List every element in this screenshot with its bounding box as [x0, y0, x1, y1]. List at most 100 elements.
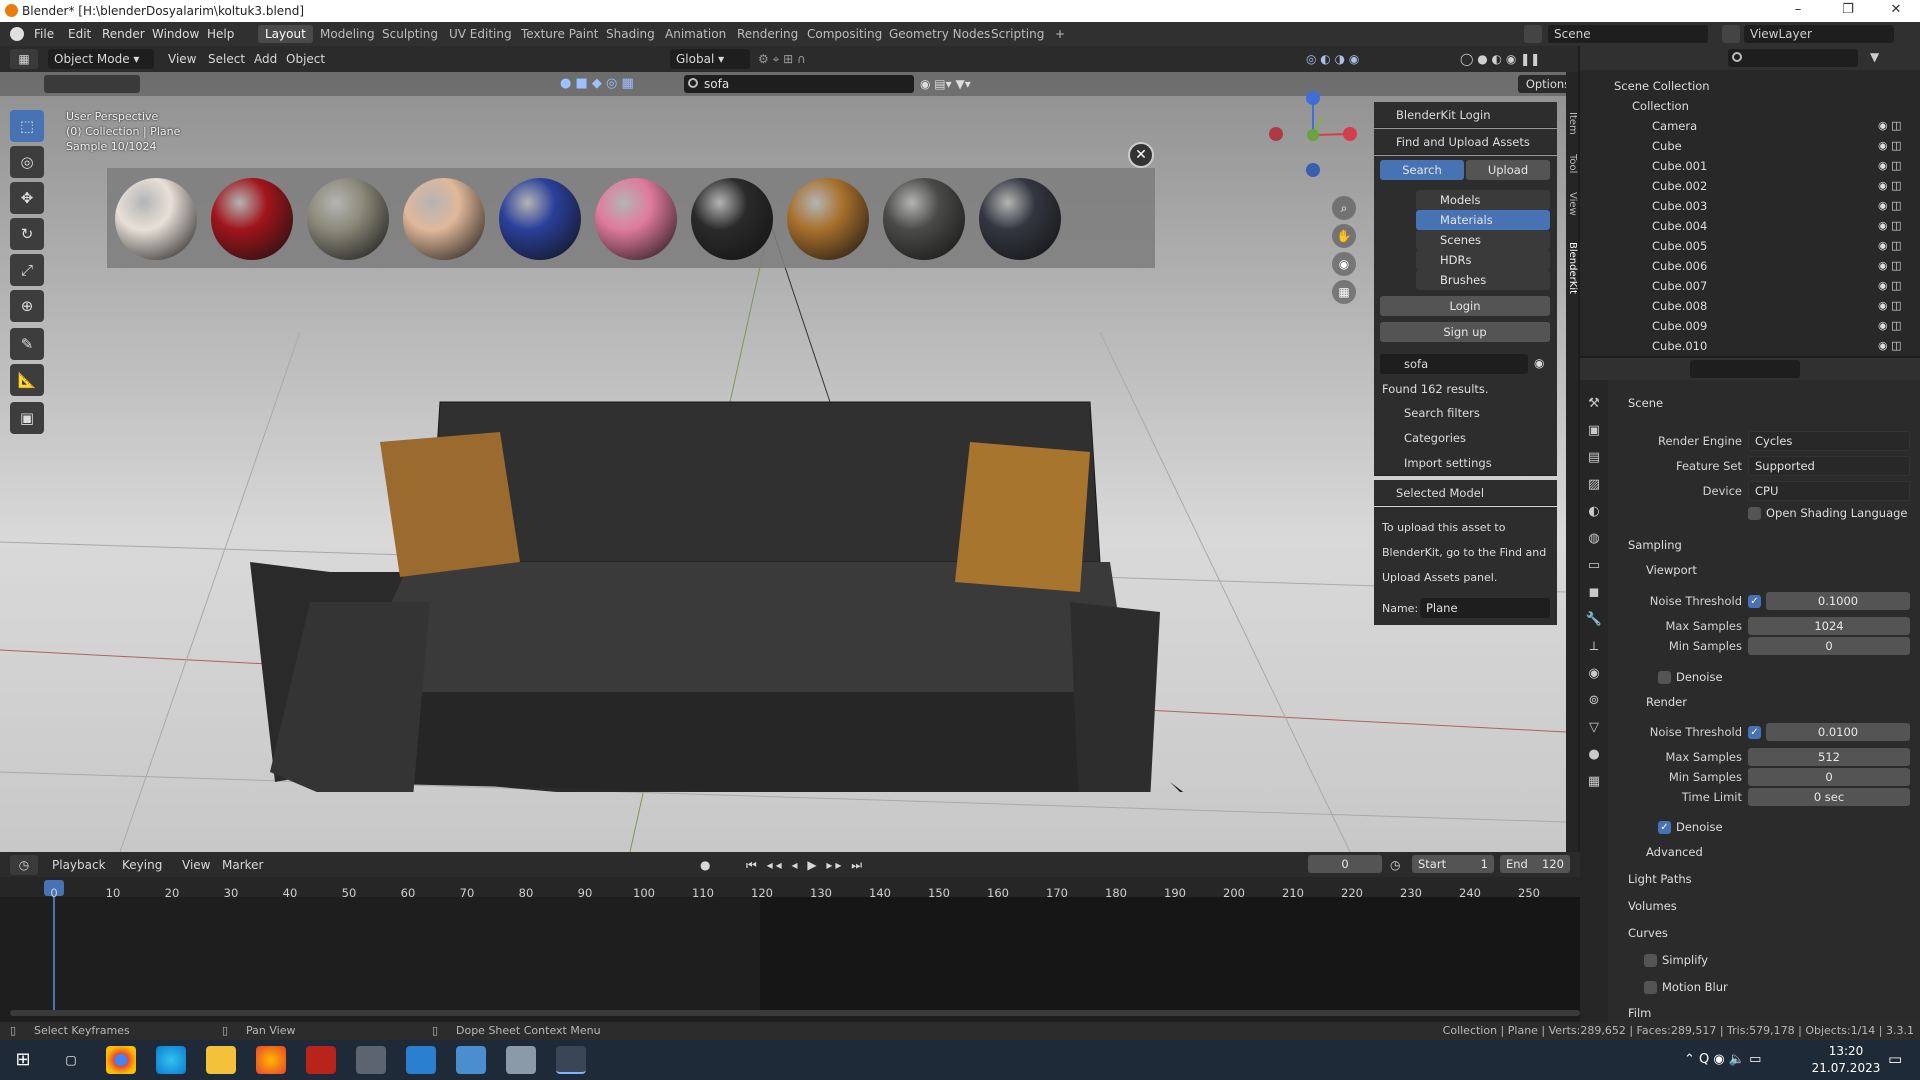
material-thumb-10[interactable] [979, 178, 1061, 260]
tab-rendering[interactable]: Rendering [730, 25, 805, 43]
volumes-section[interactable]: Volumes [1628, 899, 1677, 913]
outliner-search-input[interactable] [1728, 49, 1858, 67]
search-filter-icons[interactable]: ◉ ▤▾ ▼▾ [920, 75, 1000, 93]
outliner-item-cube-010[interactable]: Cube.010 [1580, 336, 1920, 356]
material-thumb-9[interactable] [883, 178, 965, 260]
properties-tabs[interactable]: ⚒ ▣ ▤ ▨ ◐ ◍ ▭ ◼ 🔧 ⟂ ◉ ⊚ ▽ ● ▦ [1580, 380, 1608, 1022]
transform-tool[interactable]: ⊕ [10, 290, 44, 322]
selected-model-header[interactable]: Selected Model [1374, 480, 1557, 506]
playback-menu[interactable]: Playback [52, 855, 106, 875]
film-section[interactable]: Film [1628, 1006, 1651, 1020]
maximize-button[interactable]: ❐ [1828, 2, 1868, 20]
camera-view-icon[interactable]: ◉ [1332, 252, 1356, 276]
blenderkit-login-header[interactable]: BlenderKit Login [1374, 102, 1557, 128]
marker-menu[interactable]: Marker [222, 855, 263, 875]
notification-icon[interactable]: ▭ [1888, 1050, 1902, 1068]
scale-tool[interactable]: ⤢ [10, 254, 44, 286]
menu-edit[interactable]: Edit [68, 22, 91, 46]
ortho-toggle-icon[interactable]: ▦ [1332, 280, 1356, 304]
outliner-item-camera[interactable]: Camera [1580, 116, 1920, 136]
gizmo-overlay-icons[interactable]: ◎ ◐ ◑ ◉ [1306, 49, 1486, 69]
3d-viewport[interactable]: ● ■ ◆ ◎ ▦ sofa ◉ ▤▾ ▼▾ Options User Pers… [0, 72, 1566, 852]
tab-geometry-nodes[interactable]: Geometry Nodes [882, 25, 997, 43]
add-cube-tool[interactable]: ▣ [10, 402, 44, 434]
motion-blur-section[interactable]: Motion Blur [1662, 980, 1728, 994]
tab-uv-editing[interactable]: UV Editing [442, 25, 519, 43]
viewlayer-name-field[interactable]: ViewLayer [1744, 25, 1894, 43]
search-tab-button[interactable]: Search [1380, 160, 1464, 180]
blender-menu-icon[interactable] [10, 27, 24, 41]
outliner-item-cube-001[interactable]: Cube.001 [1580, 156, 1920, 176]
vp-denoise-label[interactable]: Denoise [1676, 670, 1723, 684]
r-min-samples-field[interactable]: 0 [1748, 768, 1910, 786]
outliner-item-cube-005[interactable]: Cube.005 [1580, 236, 1920, 256]
tab-item[interactable]: Item [1566, 112, 1578, 135]
material-thumb-7[interactable] [691, 178, 773, 260]
select-mode-icons[interactable] [44, 75, 140, 93]
advanced-subsection[interactable]: Advanced [1646, 845, 1703, 859]
rotate-tool[interactable]: ↻ [10, 218, 44, 250]
editor-type-icon[interactable]: ▦ [10, 49, 38, 69]
vp-noise-threshold-field[interactable]: 0.1000 [1766, 592, 1910, 610]
motion-blur-checkbox[interactable] [1644, 981, 1657, 994]
minimize-button[interactable]: – [1778, 2, 1818, 20]
render-engine-dropdown[interactable]: Cycles [1748, 431, 1910, 451]
category-materials[interactable]: Materials [1416, 210, 1550, 230]
vp-denoise-checkbox[interactable] [1658, 671, 1671, 684]
firefox-icon[interactable] [256, 1046, 286, 1074]
close-window-button[interactable]: ✕ [1876, 2, 1916, 20]
blender-taskbar-icon[interactable] [556, 1046, 586, 1074]
bk-search-input[interactable]: sofa [1380, 354, 1528, 374]
tab-scripting[interactable]: Scripting [984, 25, 1051, 43]
category-scenes[interactable]: Scenes [1416, 230, 1550, 250]
time-limit-field[interactable]: 0 sec [1748, 788, 1910, 806]
category-hdrs[interactable]: HDRs [1416, 250, 1550, 270]
clock-time[interactable]: 13:20 [1816, 1044, 1876, 1058]
material-thumb-1[interactable] [115, 178, 197, 260]
properties-search-input[interactable] [1690, 360, 1800, 378]
outliner-item-cube-008[interactable]: Cube.008 [1580, 296, 1920, 316]
outliner-item-cube-007[interactable]: Cube.007 [1580, 276, 1920, 296]
menu-object[interactable]: Object [286, 49, 325, 69]
outliner-item-cube[interactable]: Cube [1580, 136, 1920, 156]
tab-shading[interactable]: Shading [599, 25, 662, 43]
eye-icon[interactable]: ◉ [1534, 356, 1550, 372]
viewport-subsection[interactable]: Viewport [1646, 563, 1697, 577]
curves-section[interactable]: Curves [1628, 926, 1668, 940]
tab-tool[interactable]: Tool [1566, 154, 1578, 173]
upload-tab-button[interactable]: Upload [1466, 160, 1550, 180]
sampling-section[interactable]: Sampling [1628, 538, 1682, 552]
record-icon[interactable]: ● [700, 855, 720, 875]
material-thumb-5[interactable] [499, 178, 581, 260]
asset-name-field[interactable]: Plane [1420, 598, 1550, 618]
outliner-item-cube-002[interactable]: Cube.002 [1580, 176, 1920, 196]
windows-start-icon[interactable]: ⊞ [8, 1046, 38, 1074]
categories-toggle[interactable]: Categories [1374, 425, 1557, 451]
outliner-item-cube-009[interactable]: Cube.009 [1580, 316, 1920, 336]
material-thumb-4[interactable] [403, 178, 485, 260]
paint-app-icon[interactable] [506, 1046, 536, 1074]
import-settings-toggle[interactable]: Import settings [1374, 450, 1557, 476]
menu-file[interactable]: File [34, 22, 54, 46]
object-mode-dropdown[interactable]: Object Mode ▾ [48, 49, 154, 69]
tab-blenderkit[interactable]: BlenderKit [1566, 242, 1578, 294]
asset-search-input[interactable]: sofa [684, 75, 914, 93]
sofa-model[interactable] [250, 362, 1250, 792]
scene-name-field[interactable]: Scene [1548, 25, 1708, 43]
chrome-icon[interactable] [106, 1046, 136, 1074]
vp-noise-threshold-checkbox[interactable]: ✓ [1748, 595, 1761, 608]
timeline-view-menu[interactable]: View [182, 855, 210, 875]
light-paths-section[interactable]: Light Paths [1628, 872, 1692, 886]
scene-selector-icon[interactable] [1524, 25, 1542, 43]
select-box-tool[interactable]: ⬚ [10, 110, 44, 142]
mixer-app-icon[interactable] [356, 1046, 386, 1074]
category-brushes[interactable]: Brushes [1416, 270, 1550, 290]
blenderkit-asset-type-icons[interactable]: ● ■ ◆ ◎ ▦ [560, 75, 675, 93]
end-frame-field[interactable]: End 120 [1500, 855, 1570, 873]
options-dropdown[interactable]: Options [1518, 75, 1566, 93]
playback-controls[interactable]: ⏮ ◂◂ ◂ ▶ ▸▸ ⏭ [746, 855, 866, 875]
category-models[interactable]: Models [1416, 190, 1550, 210]
keying-menu[interactable]: Keying [122, 855, 162, 875]
feature-set-dropdown[interactable]: Supported [1748, 456, 1910, 476]
timeline-scrollbar[interactable] [10, 1010, 1580, 1016]
